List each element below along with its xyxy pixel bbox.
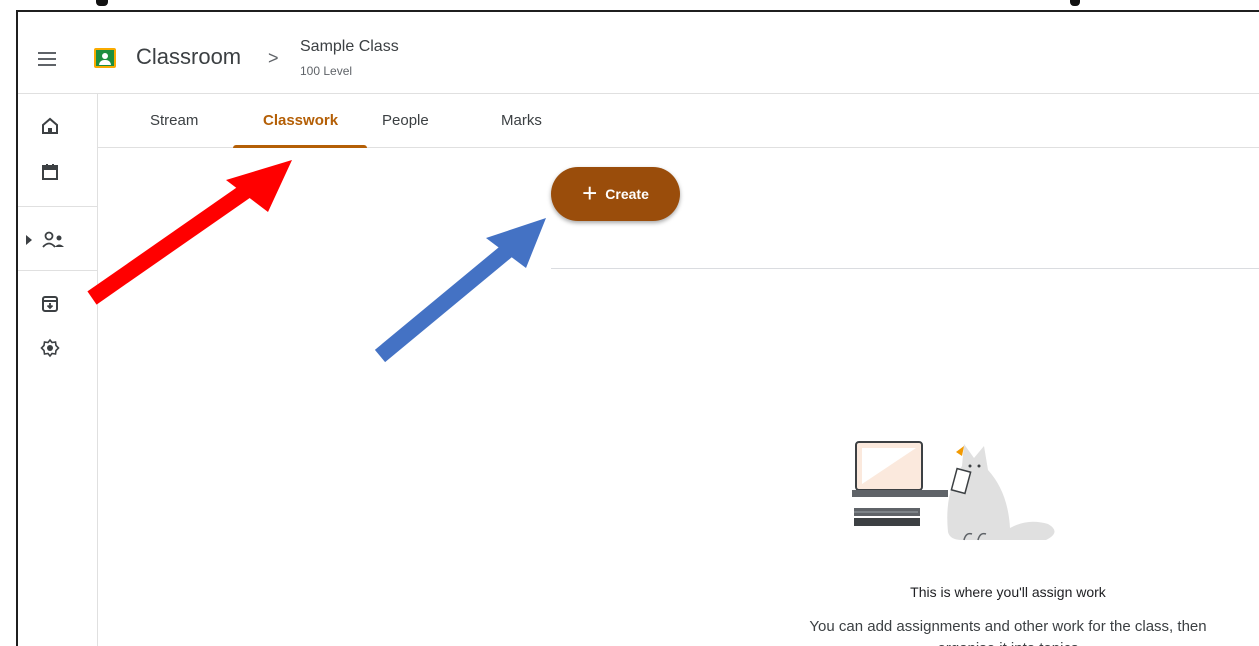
class-name: Sample Class (300, 38, 399, 55)
classroom-logo[interactable] (94, 48, 116, 68)
rail-divider (18, 270, 98, 271)
class-section: 100 Level (300, 64, 353, 78)
rail-divider (18, 206, 98, 207)
tab-classwork[interactable]: Classwork (263, 112, 338, 129)
expand-arrow-icon[interactable] (24, 233, 34, 245)
home-icon[interactable] (40, 116, 60, 136)
plus-icon: + (582, 177, 598, 208)
calendar-icon[interactable] (40, 162, 60, 182)
active-tab-indicator (233, 145, 367, 148)
navigation-rail (18, 94, 98, 646)
enrolled-classes-icon[interactable] (40, 230, 66, 250)
app-header: Classroom > Sample Class 100 Level (18, 12, 1259, 94)
main-menu-icon[interactable] (38, 52, 56, 66)
tab-stream[interactable]: Stream (150, 112, 198, 129)
settings-icon[interactable] (40, 338, 60, 358)
content-divider (551, 268, 1259, 269)
tab-marks[interactable]: Marks (501, 112, 542, 129)
tab-people[interactable]: People (382, 112, 429, 129)
create-button-label: Create (605, 186, 649, 202)
breadcrumb-separator: > (268, 48, 279, 68)
empty-state-title: This is where you'll assign work (910, 584, 1106, 600)
create-button[interactable]: + Create (551, 167, 680, 221)
classroom-window: Classroom > Sample Class 100 Level Strea… (16, 10, 1259, 646)
empty-state-description: You can add assignments and other work f… (809, 618, 1207, 646)
screenshot-frame: Classroom > Sample Class 100 Level Strea… (0, 0, 1259, 646)
class-tabs: Stream Classwork People Marks (98, 94, 1259, 148)
archive-icon[interactable] (40, 294, 60, 314)
empty-state-illustration (852, 441, 1055, 541)
app-title[interactable]: Classroom (136, 44, 241, 70)
